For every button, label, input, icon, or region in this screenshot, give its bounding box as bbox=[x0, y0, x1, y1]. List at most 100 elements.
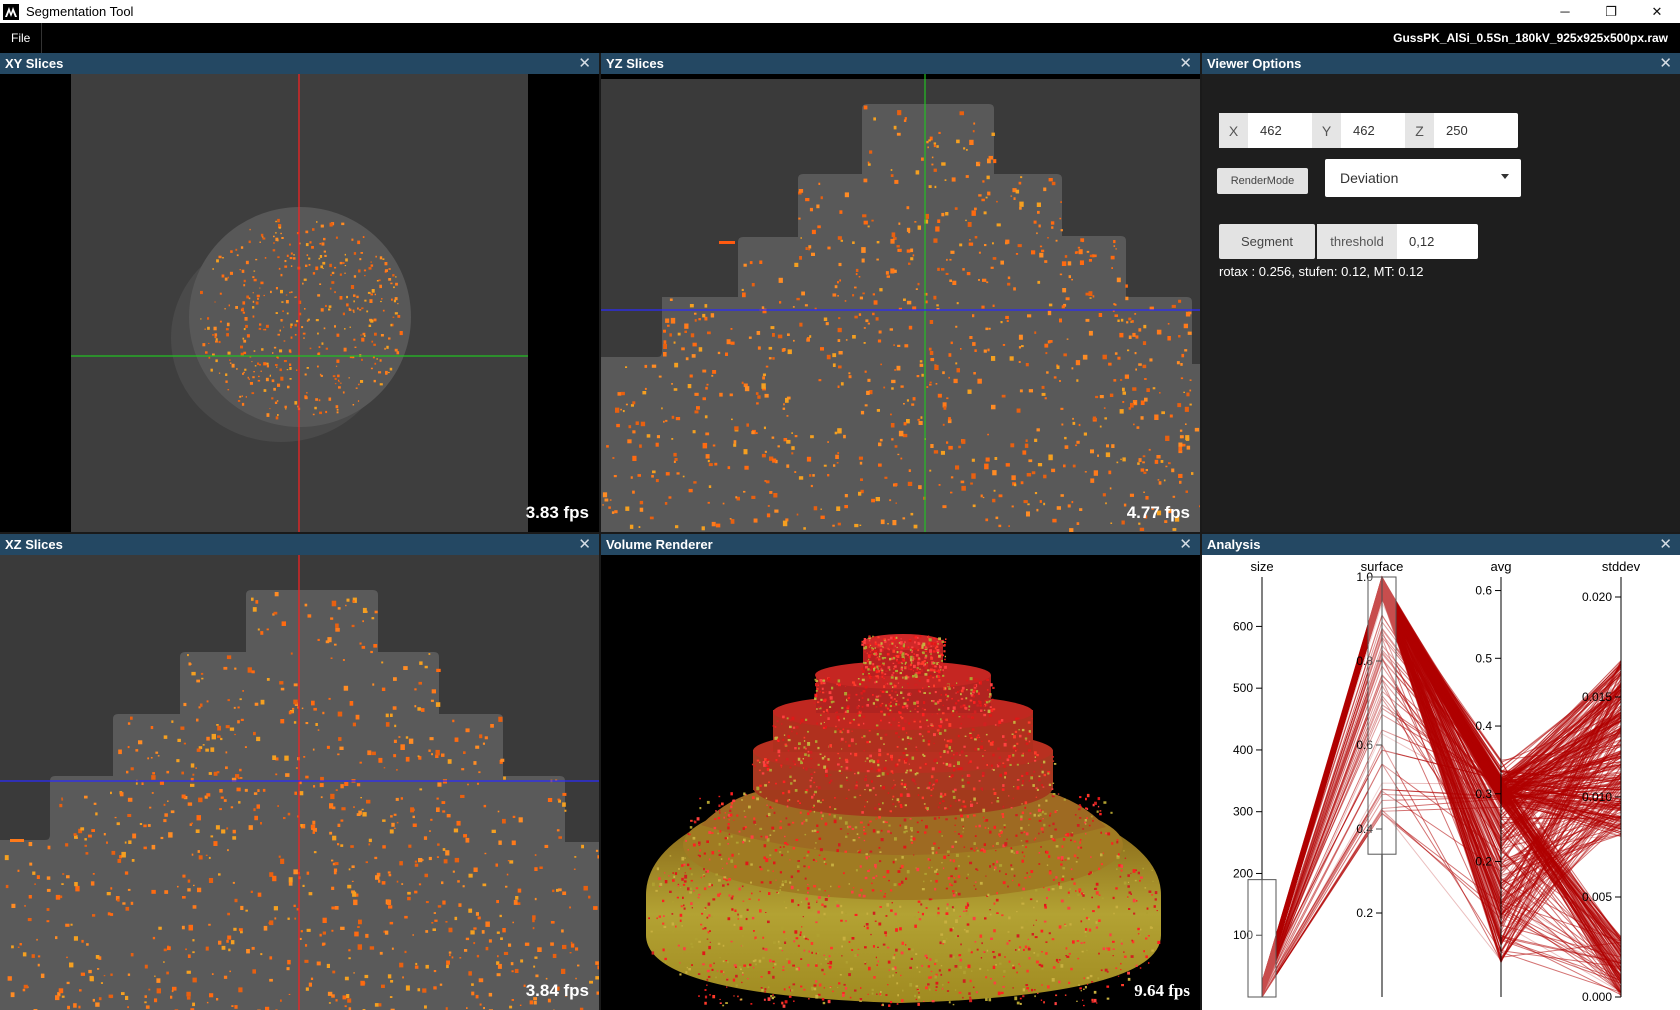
pore bbox=[683, 947, 686, 951]
loaded-filename: GussPK_AlSi_0.5Sn_180kV_925x925x500px.ra… bbox=[1393, 31, 1668, 45]
pore bbox=[316, 961, 321, 966]
pore bbox=[1080, 942, 1083, 944]
pore bbox=[785, 397, 789, 403]
pore bbox=[1127, 971, 1130, 975]
pore bbox=[370, 367, 373, 370]
pore bbox=[1020, 897, 1023, 899]
pore bbox=[196, 815, 201, 821]
pore bbox=[312, 748, 315, 751]
pore bbox=[198, 855, 203, 860]
pore bbox=[190, 763, 195, 768]
pore bbox=[280, 376, 284, 381]
xz-slice-view[interactable]: 3.84 fps bbox=[0, 555, 599, 1010]
pore bbox=[358, 269, 361, 273]
pore bbox=[453, 828, 459, 833]
segment-button[interactable]: Segment bbox=[1219, 224, 1315, 259]
restore-button[interactable]: ❐ bbox=[1588, 0, 1634, 23]
yz-slice-view[interactable]: 4.77 fps bbox=[601, 74, 1200, 532]
pore bbox=[229, 271, 233, 275]
threshold-input[interactable]: 0,12 bbox=[1397, 224, 1478, 259]
pore bbox=[972, 986, 975, 989]
pore bbox=[382, 258, 385, 260]
z-input[interactable]: 250 bbox=[1434, 113, 1498, 148]
pore bbox=[959, 243, 963, 247]
pore bbox=[243, 284, 246, 287]
pore bbox=[254, 702, 259, 706]
pore bbox=[928, 686, 930, 688]
pore bbox=[767, 869, 770, 872]
pore bbox=[422, 859, 424, 861]
pore bbox=[996, 912, 999, 914]
pore bbox=[127, 797, 133, 802]
close-icon[interactable]: ✕ bbox=[1659, 535, 1672, 553]
pore bbox=[955, 752, 958, 755]
pore bbox=[320, 265, 323, 269]
pore bbox=[969, 239, 971, 241]
close-icon[interactable]: ✕ bbox=[578, 535, 591, 553]
pore bbox=[271, 397, 274, 400]
pore bbox=[962, 979, 966, 983]
pore bbox=[699, 849, 702, 852]
pore bbox=[919, 360, 923, 363]
pore bbox=[718, 850, 721, 852]
pore bbox=[1052, 760, 1055, 762]
pore bbox=[903, 783, 907, 787]
pore bbox=[947, 877, 950, 880]
close-icon[interactable]: ✕ bbox=[1659, 54, 1672, 72]
menu-file[interactable]: File bbox=[0, 23, 43, 53]
pore bbox=[845, 766, 849, 770]
rendermode-button[interactable]: RenderMode bbox=[1217, 168, 1308, 194]
x-input[interactable]: 462 bbox=[1248, 113, 1312, 148]
pore bbox=[952, 710, 955, 713]
pore bbox=[1057, 793, 1060, 795]
pore bbox=[176, 759, 180, 763]
pore bbox=[976, 802, 978, 804]
pore bbox=[348, 377, 350, 379]
xy-slice-view[interactable]: 3.83 fps bbox=[0, 74, 599, 532]
pore bbox=[1061, 305, 1065, 309]
close-icon[interactable]: ✕ bbox=[578, 54, 591, 72]
pore bbox=[981, 942, 983, 945]
pore bbox=[903, 702, 907, 705]
pore bbox=[186, 970, 191, 974]
volume-render-view[interactable]: 9.64 fps bbox=[601, 555, 1200, 1010]
y-input[interactable]: 462 bbox=[1341, 113, 1405, 148]
pore bbox=[1086, 793, 1090, 798]
pore bbox=[761, 306, 765, 309]
pore bbox=[820, 811, 823, 814]
pore bbox=[400, 744, 405, 750]
pore bbox=[1028, 389, 1033, 393]
pore bbox=[1047, 237, 1049, 239]
pore bbox=[750, 881, 752, 884]
pore bbox=[864, 778, 867, 782]
pore bbox=[772, 966, 775, 969]
pore bbox=[790, 782, 793, 785]
pore bbox=[477, 782, 479, 785]
pore bbox=[912, 837, 916, 841]
pore bbox=[973, 849, 976, 852]
pore bbox=[1123, 881, 1127, 885]
pore bbox=[829, 696, 833, 700]
pore bbox=[897, 920, 900, 923]
pore bbox=[868, 639, 871, 642]
pore bbox=[805, 718, 808, 721]
close-icon[interactable]: ✕ bbox=[1179, 54, 1192, 72]
minimize-button[interactable]: ─ bbox=[1542, 0, 1588, 23]
pore bbox=[925, 650, 927, 652]
pore bbox=[1060, 229, 1063, 232]
pore bbox=[1034, 756, 1036, 758]
pore bbox=[478, 771, 481, 774]
pore bbox=[1006, 942, 1009, 945]
pore bbox=[918, 645, 922, 649]
rendermode-select[interactable]: Deviation bbox=[1325, 159, 1521, 197]
pore bbox=[815, 683, 818, 687]
pore bbox=[149, 806, 152, 809]
pore bbox=[873, 976, 876, 979]
pore bbox=[940, 646, 943, 649]
pore bbox=[794, 262, 799, 267]
parallel-coordinates-chart[interactable]: size 100 200 300 400 500 600 surface 0.2 0.4 0.6 0.… bbox=[1202, 555, 1680, 1010]
close-window-button[interactable]: ✕ bbox=[1634, 0, 1680, 23]
pore bbox=[441, 801, 446, 804]
pore bbox=[944, 658, 946, 661]
close-icon[interactable]: ✕ bbox=[1179, 535, 1192, 553]
